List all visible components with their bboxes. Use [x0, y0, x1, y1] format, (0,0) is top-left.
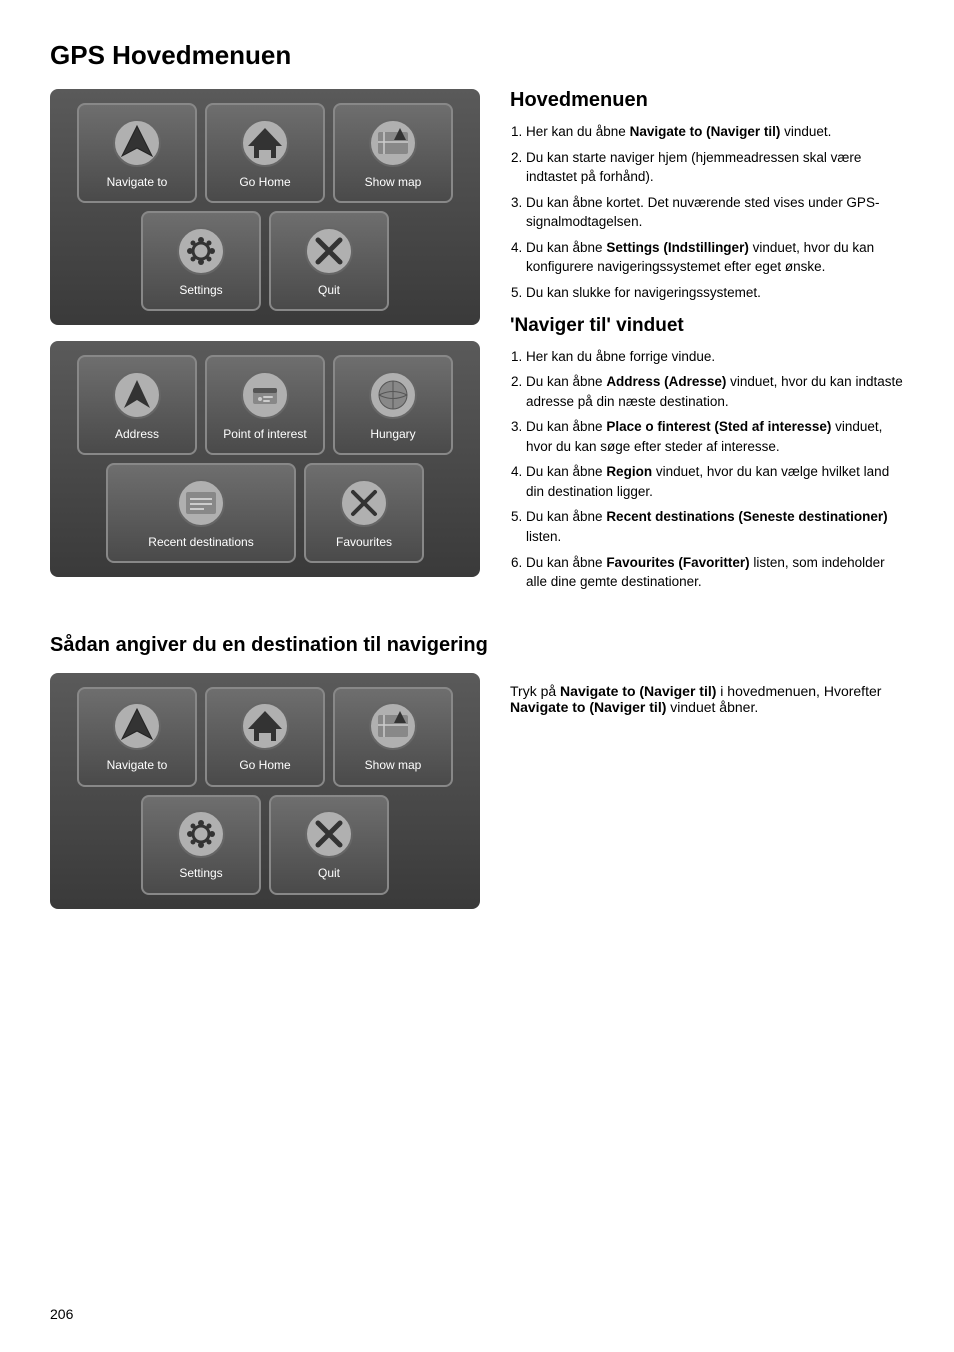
- main-menu-panel-2: Navigate to Go Home: [50, 673, 480, 909]
- favourites-btn[interactable]: Favourites: [304, 463, 424, 563]
- list-item: Du kan slukke for navigeringssystemet.: [526, 283, 904, 303]
- show-map-btn[interactable]: Show map: [333, 103, 453, 203]
- settings-icon-2: [175, 808, 227, 860]
- navigate-to-icon-2: [111, 700, 163, 752]
- list-item: Her kan du åbne Navigate to (Naviger til…: [526, 122, 904, 142]
- hungary-icon: [367, 369, 419, 421]
- show-map-label-2: Show map: [365, 758, 422, 772]
- quit-icon: [303, 225, 355, 277]
- list-item: Du kan åbne Place o finterest (Sted af i…: [526, 417, 904, 456]
- list-item: Du kan åbne kortet. Det nuværende sted v…: [526, 193, 904, 232]
- section-naviger-til-heading: 'Naviger til' vinduet: [510, 315, 904, 337]
- saadan-heading: Sådan angiver du en destination til navi…: [50, 634, 904, 657]
- quit-btn-2[interactable]: Quit: [269, 795, 389, 895]
- navto-row-top: Address Point of interest: [64, 355, 466, 455]
- recent-dest-btn[interactable]: Recent destinations: [106, 463, 296, 563]
- poi-icon: [239, 369, 291, 421]
- bottom-section: Sådan angiver du en destination til navi…: [50, 634, 904, 909]
- quit-label: Quit: [318, 283, 340, 297]
- hungary-label: Hungary: [370, 427, 415, 441]
- go-home-btn-2[interactable]: Go Home: [205, 687, 325, 787]
- bottom-right-col: Tryk på Navigate to (Naviger til) i hove…: [510, 673, 904, 909]
- navigate-to-panel: Address Point of interest: [50, 341, 480, 577]
- bottom-left-col: Navigate to Go Home: [50, 673, 480, 909]
- bottom-inner: Navigate to Go Home: [50, 673, 904, 909]
- list-item: Du kan starte naviger hjem (hjemmeadress…: [526, 148, 904, 187]
- recent-dest-icon: [175, 477, 227, 529]
- settings-label: Settings: [179, 283, 222, 297]
- page-title: GPS Hovedmenuen: [50, 40, 904, 71]
- go-home-label-2: Go Home: [239, 758, 290, 772]
- settings-btn-2[interactable]: Settings: [141, 795, 261, 895]
- address-btn[interactable]: Address: [77, 355, 197, 455]
- poi-btn[interactable]: Point of interest: [205, 355, 325, 455]
- menu-row-bottom: Settings Quit: [64, 211, 466, 311]
- show-map-label: Show map: [365, 175, 422, 189]
- poi-label: Point of interest: [223, 427, 306, 441]
- show-map-icon-2: [367, 700, 419, 752]
- navto-row-bottom: Recent destinations Favourites: [64, 463, 466, 563]
- show-map-icon: [367, 117, 419, 169]
- navigate-to-btn-2[interactable]: Navigate to: [77, 687, 197, 787]
- navigate-to-icon: [111, 117, 163, 169]
- recent-dest-label: Recent destinations: [148, 535, 253, 549]
- list-item: Du kan åbne Recent destinations (Seneste…: [526, 507, 904, 546]
- favourites-icon: [338, 477, 390, 529]
- go-home-label: Go Home: [239, 175, 290, 189]
- right-text-col: Hovedmenuen Her kan du åbne Navigate to …: [510, 89, 904, 604]
- settings-btn[interactable]: Settings: [141, 211, 261, 311]
- quit-btn[interactable]: Quit: [269, 211, 389, 311]
- go-home-btn[interactable]: Go Home: [205, 103, 325, 203]
- list-item: Du kan åbne Region vinduet, hvor du kan …: [526, 462, 904, 501]
- list-item: Her kan du åbne forrige vindue.: [526, 347, 904, 367]
- left-screenshots-col: Navigate to Go Home: [50, 89, 480, 604]
- address-label: Address: [115, 427, 159, 441]
- address-icon: [111, 369, 163, 421]
- show-map-btn-2[interactable]: Show map: [333, 687, 453, 787]
- settings-icon: [175, 225, 227, 277]
- main-menu-panel: Navigate to Go Home: [50, 89, 480, 325]
- favourites-label: Favourites: [336, 535, 392, 549]
- section-hovedmenuen-heading: Hovedmenuen: [510, 89, 904, 112]
- list-item: Du kan åbne Settings (Indstillinger) vin…: [526, 238, 904, 277]
- navigate-to-btn[interactable]: Navigate to: [77, 103, 197, 203]
- navigate-to-label: Navigate to: [107, 175, 168, 189]
- menu3-row-top: Navigate to Go Home: [64, 687, 466, 787]
- go-home-icon: [239, 117, 291, 169]
- saadan-text: Tryk på Navigate to (Naviger til) i hove…: [510, 683, 904, 715]
- page-number: 206: [50, 1306, 73, 1322]
- menu-row-top: Navigate to Go Home: [64, 103, 466, 203]
- quit-icon-2: [303, 808, 355, 860]
- menu3-row-bottom: Settings Quit: [64, 795, 466, 895]
- section-naviger-til-list: Her kan du åbne forrige vindue. Du kan å…: [510, 347, 904, 592]
- go-home-icon-2: [239, 700, 291, 752]
- hungary-btn[interactable]: Hungary: [333, 355, 453, 455]
- settings-label-2: Settings: [179, 866, 222, 880]
- quit-label-2: Quit: [318, 866, 340, 880]
- section-hovedmenuen-list: Her kan du åbne Navigate to (Naviger til…: [510, 122, 904, 303]
- list-item: Du kan åbne Favourites (Favoritter) list…: [526, 553, 904, 592]
- list-item: Du kan åbne Address (Adresse) vinduet, h…: [526, 372, 904, 411]
- navigate-to-label-2: Navigate to: [107, 758, 168, 772]
